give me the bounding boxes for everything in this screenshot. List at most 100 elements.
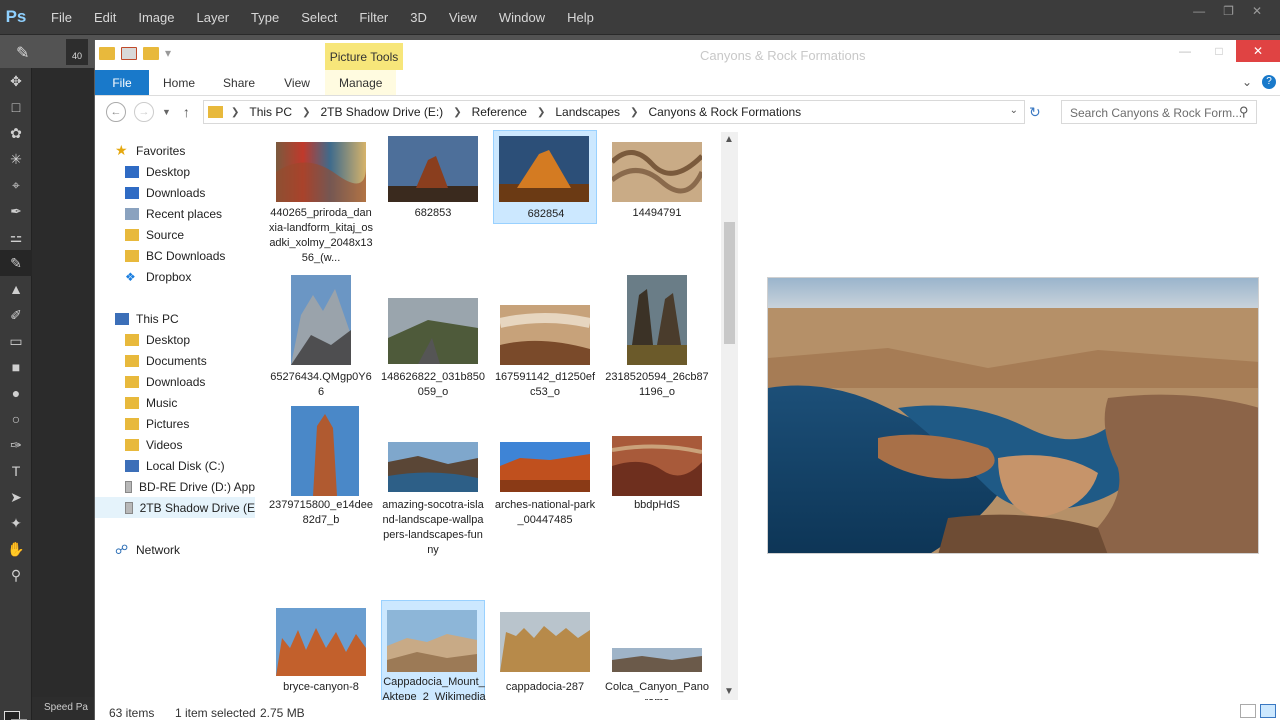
nav-item-documents[interactable]: Documents	[95, 350, 255, 371]
up-button[interactable]: ↑	[183, 104, 190, 120]
shape-tool-icon[interactable]: ✦	[0, 510, 32, 536]
move-tool-icon[interactable]: ✥	[0, 68, 32, 94]
nav-item-dropbox[interactable]: ❖ Dropbox	[95, 266, 255, 287]
nav-item-shadow-drive[interactable]: 2TB Shadow Drive (E	[95, 497, 255, 518]
chevron-right-icon[interactable]: ❯	[630, 107, 638, 118]
marquee-tool-icon[interactable]: □	[0, 94, 32, 120]
history-brush-icon[interactable]: ✐	[0, 302, 32, 328]
healing-brush-icon[interactable]: ⚍	[0, 224, 32, 250]
eyedropper-icon[interactable]: ✒	[0, 198, 32, 224]
nav-item-pictures[interactable]: Pictures	[95, 413, 255, 434]
magic-wand-icon[interactable]: ✳	[0, 146, 32, 172]
breadcrumb-reference[interactable]: Reference	[472, 105, 527, 119]
restore-icon[interactable]: ❐	[1223, 4, 1234, 18]
type-tool-icon[interactable]: T	[0, 458, 32, 484]
nav-item-desktop[interactable]: Desktop	[95, 161, 255, 182]
search-icon[interactable]: ⚲	[1239, 104, 1274, 120]
menu-help[interactable]: Help	[556, 10, 605, 25]
nav-item-pc-downloads[interactable]: Downloads	[95, 371, 255, 392]
breadcrumb-landscapes[interactable]: Landscapes	[555, 105, 620, 119]
hand-tool-icon[interactable]: ✋	[0, 536, 32, 562]
file-tile[interactable]: bbdpHdS	[605, 402, 709, 532]
file-tile[interactable]: amazing-socotra-island-landscape-wallpap…	[381, 402, 485, 558]
menu-select[interactable]: Select	[290, 10, 348, 25]
brush-size-value[interactable]: 40	[66, 39, 88, 65]
details-view-icon[interactable]	[1240, 704, 1256, 718]
menu-filter[interactable]: Filter	[348, 10, 399, 25]
file-tile[interactable]: 148626822_031b850059_o	[381, 270, 485, 400]
file-tile[interactable]: 682853	[381, 130, 485, 222]
file-tile[interactable]: 440265_priroda_danxia-landform_kitaj_osa…	[269, 130, 373, 264]
blur-tool-icon[interactable]: ●	[0, 380, 32, 406]
tab-view[interactable]: View	[269, 70, 325, 95]
nav-favorites[interactable]: ★ Favorites	[95, 140, 255, 161]
brush-tool-icon-toolbar[interactable]: ✎	[0, 250, 32, 276]
search-input[interactable]: Search Canyons & Rock Form...	[1061, 100, 1257, 124]
lasso-tool-icon[interactable]: ✿	[0, 120, 32, 146]
scroll-up-icon[interactable]: ▲	[724, 134, 734, 145]
nav-item-source[interactable]: Source	[95, 224, 255, 245]
file-tile[interactable]: arches-national-park_00447485	[493, 402, 597, 532]
minimize-icon[interactable]: —	[1193, 4, 1205, 18]
vertical-scrollbar[interactable]: ▲ ▼	[721, 132, 738, 700]
nav-item-recent-places[interactable]: Recent places	[95, 203, 255, 224]
menu-image[interactable]: Image	[127, 10, 185, 25]
dodge-tool-icon[interactable]: ○	[0, 406, 32, 432]
file-tile[interactable]: 14494791	[605, 130, 709, 222]
forward-button[interactable]: →	[134, 102, 154, 122]
nav-item-music[interactable]: Music	[95, 392, 255, 413]
minimize-button[interactable]: —	[1168, 40, 1202, 62]
file-tile[interactable]: 682854	[493, 130, 597, 224]
customize-dropdown-icon[interactable]: ▾	[165, 46, 171, 60]
menu-view[interactable]: View	[438, 10, 488, 25]
maximize-button[interactable]: □	[1202, 40, 1236, 62]
nav-item-pc-desktop[interactable]: Desktop	[95, 329, 255, 350]
recent-locations-icon[interactable]: ▼	[162, 107, 171, 117]
tab-file[interactable]: File	[95, 70, 149, 95]
file-tile[interactable]: Colca_Canyon_Panorama	[605, 604, 709, 700]
tab-manage[interactable]: Manage	[325, 70, 397, 95]
expand-ribbon-icon[interactable]: ⌄	[1242, 75, 1252, 89]
breadcrumb-this-pc[interactable]: This PC	[249, 105, 292, 119]
tab-home[interactable]: Home	[149, 70, 209, 95]
scrollbar-thumb[interactable]	[724, 222, 735, 344]
brush-tool-icon[interactable]: ✎	[16, 43, 29, 63]
back-button[interactable]: ←	[106, 102, 126, 122]
file-tile[interactable]: 167591142_d1250efc53_o	[493, 270, 597, 400]
breadcrumb-drive[interactable]: 2TB Shadow Drive (E:)	[320, 105, 443, 119]
zoom-tool-icon[interactable]: ⚲	[0, 562, 32, 588]
scroll-down-icon[interactable]: ▼	[724, 686, 734, 697]
chevron-right-icon[interactable]: ❯	[302, 107, 310, 118]
file-tile[interactable]: 2318520594_26cb871196_o	[605, 270, 709, 400]
gradient-tool-icon[interactable]: ■	[0, 354, 32, 380]
eraser-icon[interactable]: ▭	[0, 328, 32, 354]
address-bar[interactable]: ❯ This PC ❯ 2TB Shadow Drive (E:) ❯ Refe…	[203, 100, 1025, 124]
file-tile[interactable]: 65276434.QMgp0Y66	[269, 270, 373, 400]
close-icon[interactable]: ✕	[1252, 4, 1262, 18]
refresh-icon[interactable]: ↻	[1029, 104, 1041, 121]
file-tile[interactable]: Cappadocia_Mount_Aktepe_2_Wikimedia_Comm…	[381, 600, 486, 700]
file-tile[interactable]: cappadocia-287	[493, 604, 597, 698]
menu-type[interactable]: Type	[240, 10, 290, 25]
breadcrumb-current[interactable]: Canyons & Rock Formations	[648, 105, 801, 119]
path-select-icon[interactable]: ➤	[0, 484, 32, 510]
menu-file[interactable]: File	[40, 10, 83, 25]
menu-edit[interactable]: Edit	[83, 10, 127, 25]
nav-this-pc[interactable]: This PC	[95, 308, 255, 329]
large-icons-view-icon[interactable]	[1260, 704, 1276, 718]
chevron-right-icon[interactable]: ❯	[231, 107, 239, 118]
chevron-right-icon[interactable]: ❯	[453, 107, 461, 118]
menu-window[interactable]: Window	[488, 10, 556, 25]
tab-share[interactable]: Share	[209, 70, 269, 95]
file-tile[interactable]: bryce-canyon-8	[269, 604, 373, 698]
nav-item-bd-drive[interactable]: BD-RE Drive (D:) App	[95, 476, 255, 497]
menu-3d[interactable]: 3D	[399, 10, 438, 25]
help-icon[interactable]: ?	[1262, 75, 1276, 89]
new-folder-icon[interactable]	[143, 46, 159, 60]
chevron-down-icon[interactable]: ⌄	[1010, 105, 1018, 116]
crop-tool-icon[interactable]: ⌖	[0, 172, 32, 198]
pen-tool-icon[interactable]: ✑	[0, 432, 32, 458]
stamp-tool-icon[interactable]: ▲	[0, 276, 32, 302]
nav-item-bc-downloads[interactable]: BC Downloads	[95, 245, 255, 266]
close-button[interactable]: ✕	[1236, 40, 1280, 62]
